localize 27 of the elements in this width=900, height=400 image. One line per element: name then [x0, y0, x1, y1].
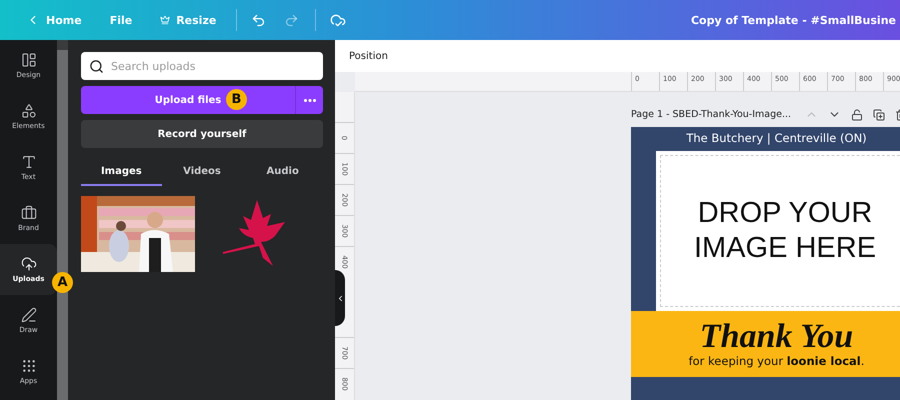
scrollbar[interactable] — [57, 40, 68, 400]
more-icon — [304, 98, 316, 102]
crown-icon — [160, 15, 170, 25]
duplicate-icon[interactable] — [873, 108, 886, 120]
more-options-button[interactable] — [295, 86, 323, 114]
record-yourself-button[interactable]: Record yourself — [81, 120, 323, 148]
search-field[interactable]: Search uploads — [81, 52, 323, 80]
layout-icon — [20, 52, 36, 68]
text-icon — [20, 154, 36, 170]
pen-icon — [20, 307, 36, 323]
design-title[interactable]: Copy of Template - #SmallBusine — [690, 14, 900, 26]
panel-tab[interactable]: Audio — [242, 158, 324, 186]
unlock-icon[interactable] — [851, 108, 864, 120]
drop-text: DROP YOUR IMAGE HERE — [692, 196, 878, 266]
briefcase-icon — [20, 205, 36, 221]
position-button[interactable]: Position — [347, 48, 390, 64]
page-title[interactable]: Page 1 - SBED-Thank-You-Image... — [631, 109, 792, 120]
page-header-text: The Butchery | Centreville (ON) — [685, 130, 868, 147]
panel-tab[interactable]: Videos — [162, 158, 242, 186]
thank-you-text: Thank You — [700, 320, 854, 354]
cloud-upload-icon — [20, 256, 36, 272]
shapes-icon — [20, 103, 36, 119]
panel-tab[interactable]: Images — [81, 158, 162, 186]
collapse-handle[interactable] — [335, 270, 345, 326]
search-icon — [89, 59, 104, 74]
grid-icon — [20, 358, 36, 374]
tagline-text: for keeping your loonie local. — [688, 354, 864, 368]
